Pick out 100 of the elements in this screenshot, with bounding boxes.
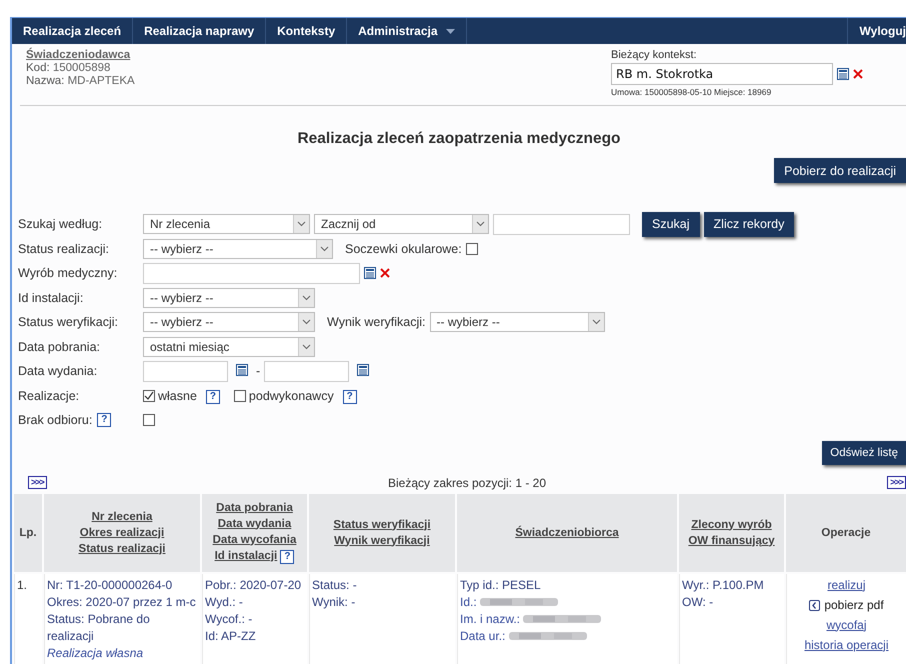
- chevron-icon: [592, 319, 601, 326]
- search-button[interactable]: Szukaj: [642, 212, 700, 237]
- checkbox[interactable]: [234, 390, 246, 402]
- refresh-button[interactable]: Odśwież listę: [822, 440, 906, 464]
- dropdown[interactable]: -- wybierz --: [143, 238, 333, 259]
- help-icon[interactable]: ?: [342, 390, 357, 404]
- field-text: Wynik: -: [312, 594, 356, 610]
- pager-button[interactable]: >>>: [28, 476, 47, 489]
- checkbox[interactable]: [143, 414, 155, 426]
- provider-field: Kod: 150005898: [26, 62, 135, 74]
- help-icon[interactable]: ?: [206, 390, 220, 404]
- sort-link[interactable]: Status realizacji: [78, 542, 166, 554]
- dropdown[interactable]: ostatni miesiąc: [143, 336, 315, 357]
- sort-link[interactable]: Status weryfikacji: [333, 518, 431, 530]
- row-number: 1.: [17, 576, 28, 594]
- checkbox[interactable]: [466, 242, 478, 255]
- context-field[interactable]: RB m. Stokrotka: [611, 63, 833, 85]
- field-label: Data wydania:: [18, 364, 98, 378]
- field-text: Okres: 2020-07 przez 1 m-c: [47, 594, 197, 610]
- column-header: Operacje: [821, 526, 871, 538]
- field-label: Status weryfikacji:: [18, 315, 118, 330]
- field-text: OW: -: [682, 594, 714, 610]
- field-label: Status realizacji:: [18, 242, 110, 256]
- field-text: Pobr.: 2020-07-20: [205, 576, 302, 594]
- context-label: Bieżący kontekst:: [611, 49, 698, 61]
- operation-link[interactable]: wycofaj: [789, 616, 904, 634]
- sort-link[interactable]: Id instalacji: [214, 550, 278, 562]
- field-text: Nr: T1-20-000000264-0: [47, 576, 174, 594]
- count-button[interactable]: Zlicz rekordy: [704, 212, 794, 237]
- download-link[interactable]: pobierz pdf: [809, 596, 884, 614]
- pager-button[interactable]: >>>: [887, 476, 906, 489]
- logout-link[interactable]: Wyloguj: [846, 18, 906, 44]
- dropdown[interactable]: Nr zlecenia: [143, 214, 310, 234]
- sort-link[interactable]: Okres realizacji: [80, 526, 164, 538]
- checkbox[interactable]: [143, 390, 155, 402]
- dropdown[interactable]: -- wybierz --: [143, 288, 315, 308]
- field-text: Wyr.: P.100.PM: [682, 576, 765, 594]
- chevron-icon: [476, 221, 485, 228]
- sort-link[interactable]: Data pobrania: [216, 502, 293, 514]
- chevron-icon: [302, 294, 311, 301]
- field-label: Id.:: [460, 594, 477, 608]
- input-field[interactable]: [493, 214, 630, 235]
- input-field[interactable]: [143, 360, 228, 382]
- clear-icon[interactable]: [853, 69, 863, 79]
- operation-link[interactable]: realizuj: [789, 576, 904, 594]
- list-icon[interactable]: [837, 68, 849, 80]
- chevron-icon: [809, 600, 820, 610]
- dropdown[interactable]: Zacznij od: [314, 214, 489, 234]
- field-label: Wynik weryfikacji:: [327, 315, 426, 330]
- field-label: Realizacje:: [18, 388, 80, 403]
- field-text: Wycof.: -: [205, 610, 254, 628]
- help-icon[interactable]: ?: [280, 550, 294, 564]
- input-field[interactable]: [264, 360, 350, 382]
- field-text: Status: -: [312, 576, 358, 594]
- nav-tab[interactable]: Realizacja naprawy: [133, 18, 266, 44]
- checkbox-label: podwykonawcy: [248, 388, 334, 403]
- chevron-icon: [297, 221, 306, 228]
- sort-link[interactable]: Data wydania: [218, 518, 292, 530]
- clear-icon[interactable]: [380, 268, 390, 278]
- field-text: Status: Pobrane do realizacji: [47, 610, 151, 644]
- column-header: Lp.: [19, 526, 37, 538]
- fetch-button[interactable]: Pobierz do realizacji: [774, 158, 906, 183]
- input-field[interactable]: [143, 262, 360, 284]
- sort-link[interactable]: Data wycofania: [212, 534, 296, 546]
- list-icon[interactable]: [357, 364, 370, 376]
- operation-link[interactable]: historia operacji: [789, 636, 904, 654]
- list-icon[interactable]: [364, 267, 376, 280]
- dropdown[interactable]: -- wybierz --: [430, 312, 605, 332]
- field-label: Data ur.:: [460, 628, 506, 642]
- range-text: Bieżący zakres pozycji: 1 - 20: [388, 476, 546, 490]
- field-text: Wyd.: -: [205, 594, 244, 610]
- provider-link[interactable]: Świadczeniodawca: [26, 49, 135, 61]
- field-label: Brak odbioru:: [18, 413, 92, 428]
- sort-link[interactable]: OW finansujący: [688, 534, 775, 546]
- sort-link[interactable]: Wynik weryfikacji: [334, 534, 430, 546]
- context-details: Umowa: 150005898-05-10 Miejsce: 18969: [611, 87, 772, 97]
- nav-tab[interactable]: Konteksty: [266, 18, 348, 44]
- sort-link[interactable]: Świadczeniobiorca: [515, 526, 619, 538]
- caret-icon: [446, 28, 454, 34]
- note-text: Realizacja własna: [47, 644, 144, 662]
- field-text: Id: AP-ZZ: [205, 628, 257, 644]
- nav-tab[interactable]: Realizacja zleceń: [12, 18, 134, 44]
- chevron-icon: [320, 246, 329, 252]
- sort-link[interactable]: Nr zlecenia: [92, 510, 152, 522]
- field-label: Im. i nazw.:: [460, 612, 520, 626]
- field-label: -: [256, 364, 260, 378]
- chevron-icon: [302, 344, 311, 350]
- help-icon[interactable]: ?: [97, 413, 112, 428]
- sort-link[interactable]: Zlecony wyrób: [691, 518, 772, 530]
- field-label: Wyrób medyczny:: [18, 266, 118, 280]
- field-text: Typ id.: PESEL: [460, 576, 542, 594]
- field-label: Id instalacji:: [18, 290, 84, 305]
- list-icon[interactable]: [236, 364, 248, 376]
- page-title: Realizacja zleceń zaopatrzenia medycznego: [296, 130, 622, 148]
- field-label: Soczewki okularowe:: [345, 242, 462, 256]
- provider-field: Nazwa: MD-APTEKA: [26, 75, 135, 87]
- nav-tab[interactable]: Administracja: [347, 18, 466, 44]
- field-label: Data pobrania:: [18, 340, 100, 354]
- field-label: Szukaj według:: [18, 217, 102, 232]
- dropdown[interactable]: -- wybierz --: [143, 312, 315, 332]
